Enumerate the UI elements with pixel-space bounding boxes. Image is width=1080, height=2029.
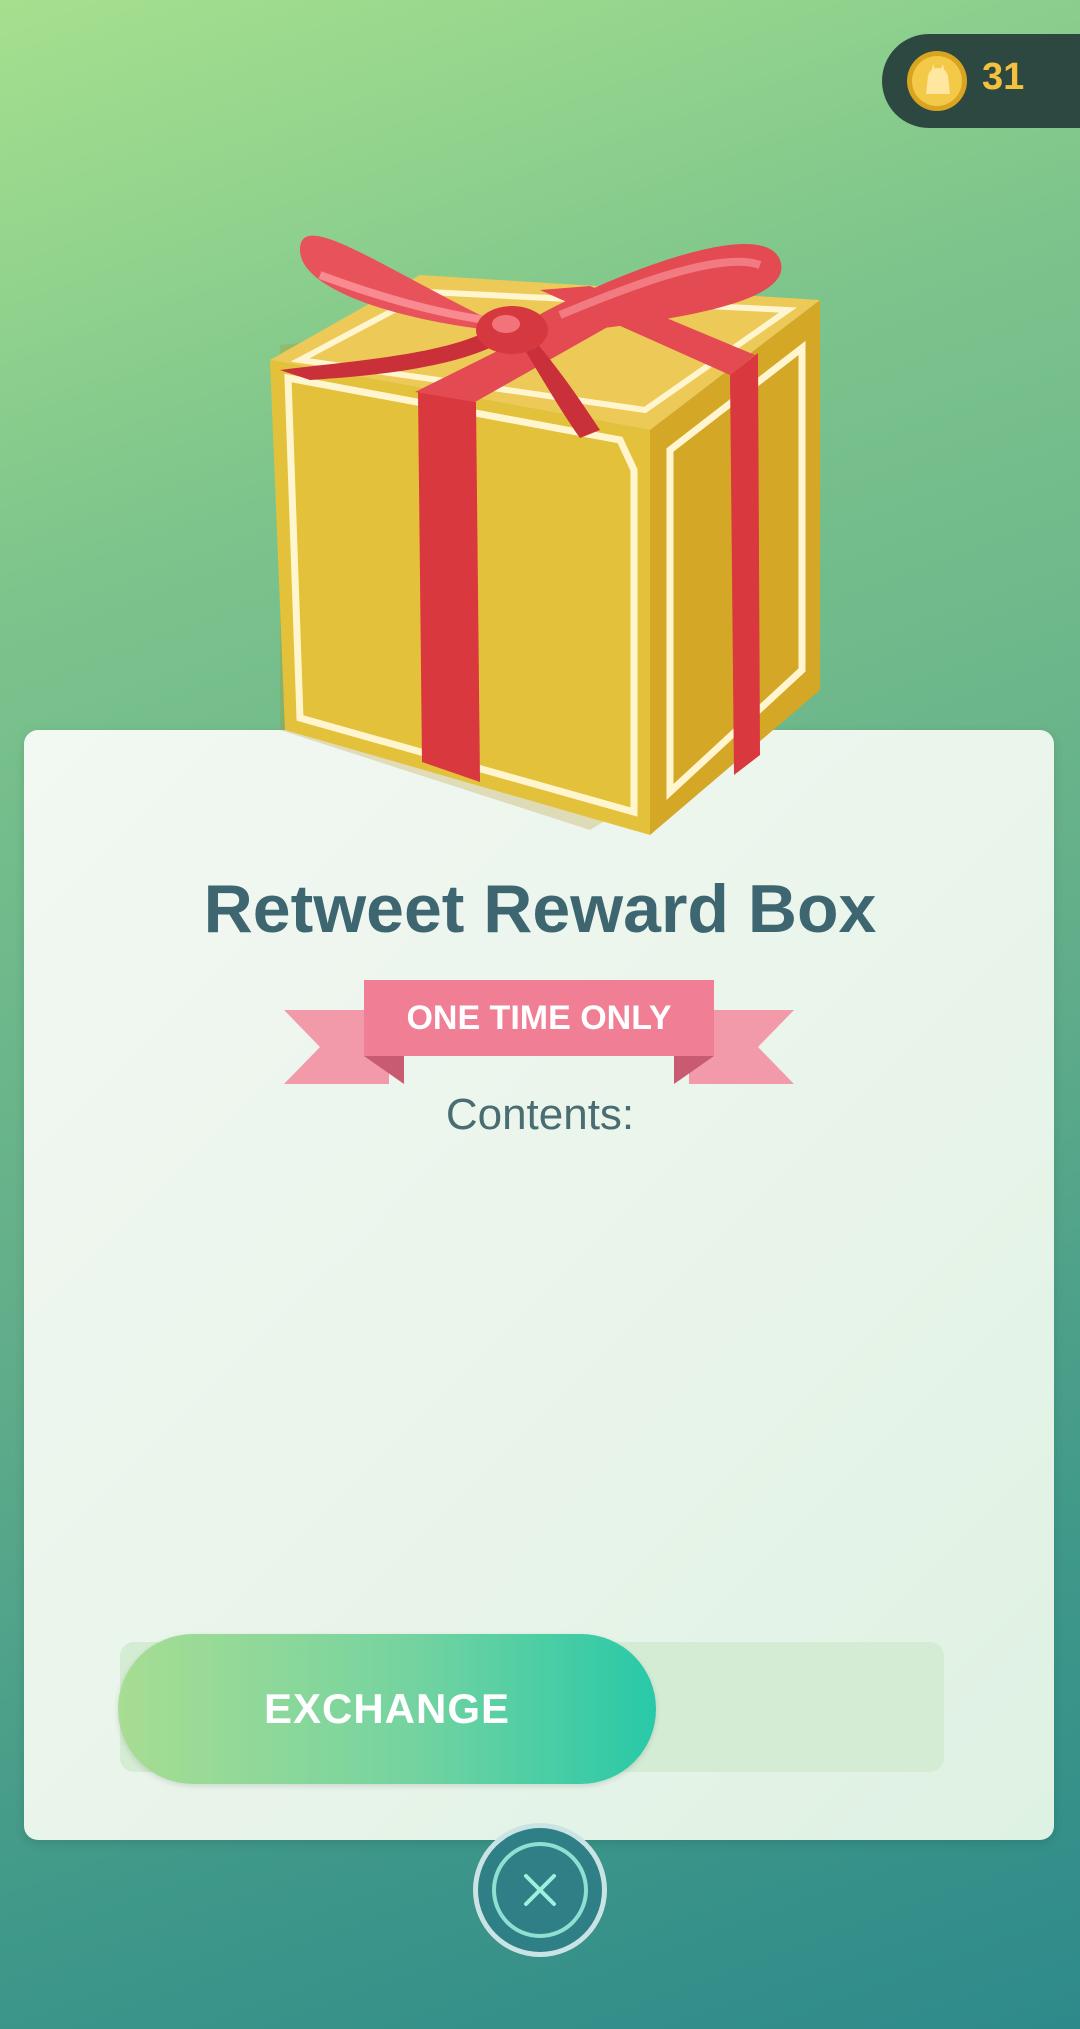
close-button[interactable] — [473, 1823, 607, 1957]
contents-label: Contents: — [445, 1090, 635, 1139]
coin-balance-badge: 31 — [882, 34, 1080, 128]
exchange-label: EXCHANGE — [263, 1685, 511, 1732]
exchange-button[interactable]: EXCHANGE — [118, 1634, 656, 1784]
close-icon — [524, 1874, 556, 1906]
coin-count: 31 — [982, 56, 1025, 98]
gift-box-icon — [270, 235, 820, 835]
pokecoin-icon — [907, 51, 967, 111]
one-time-only-badge: ONE TIME ONLY — [406, 998, 672, 1037]
close-button-ring — [492, 1842, 588, 1938]
reward-title: Retweet Reward Box — [203, 871, 877, 947]
